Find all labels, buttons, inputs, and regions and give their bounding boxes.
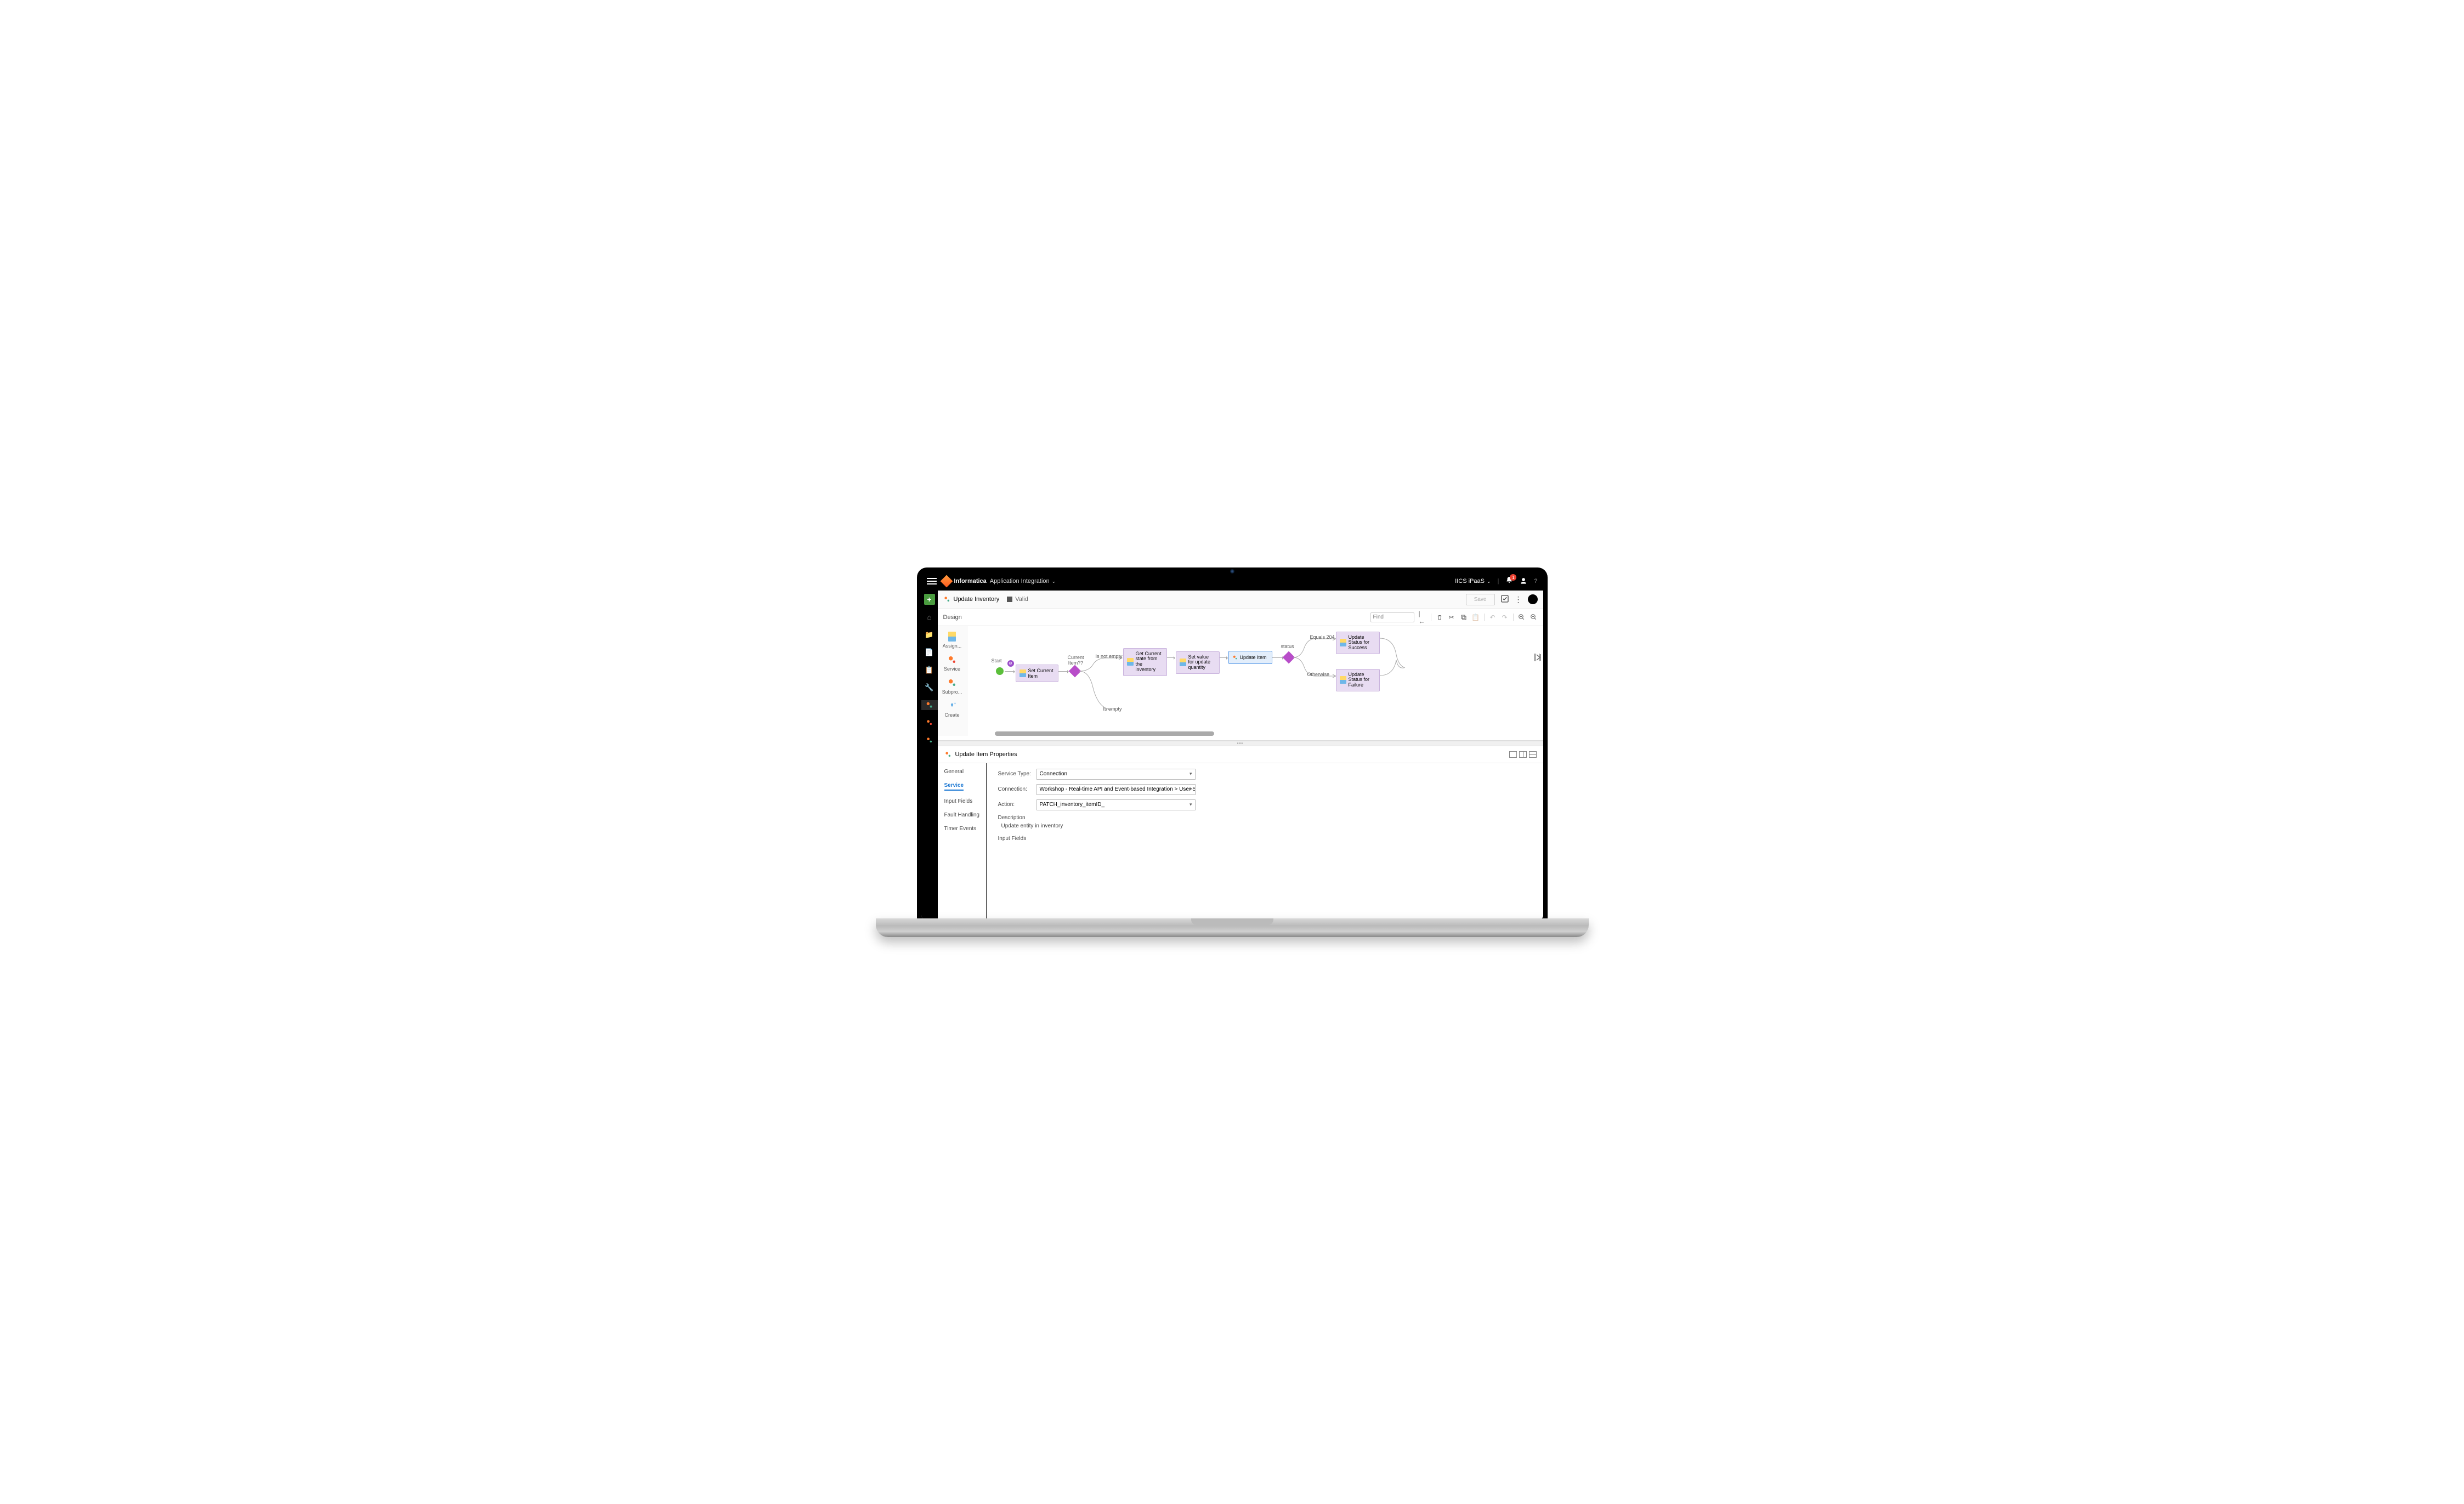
redo-icon[interactable]: ↷ bbox=[1501, 614, 1509, 621]
tab-fault-handling[interactable]: Fault Handling bbox=[944, 812, 986, 818]
copy-icon[interactable] bbox=[1460, 614, 1468, 621]
node-update-success[interactable]: Update Status for Success bbox=[1336, 632, 1380, 655]
nav-process2-icon[interactable] bbox=[925, 718, 934, 728]
svg-text:+: + bbox=[954, 701, 956, 706]
start-node[interactable] bbox=[996, 667, 1004, 675]
notifications-icon[interactable]: 1 bbox=[1505, 576, 1513, 586]
tab-timer-events[interactable]: Timer Events bbox=[944, 826, 986, 832]
action-select[interactable]: PATCH_inventory_itemID_ bbox=[1036, 799, 1196, 810]
app-switcher[interactable]: Application Integration⌄ bbox=[990, 578, 1056, 584]
layout-split-v-icon[interactable] bbox=[1519, 751, 1527, 758]
action-label: Action: bbox=[998, 802, 1036, 808]
decision-status-label: status bbox=[1281, 644, 1294, 649]
node-set-value[interactable]: Set value for update quantity bbox=[1176, 651, 1220, 674]
palette-subprocess[interactable]: Subpro... bbox=[938, 674, 967, 697]
node-update-item[interactable]: Update Item bbox=[1228, 651, 1272, 664]
properties-panel: Update Item Properties General Service I… bbox=[938, 746, 1543, 920]
properties-title: Update Item Properties bbox=[955, 751, 1017, 758]
description-value: Update entity in inventory bbox=[998, 821, 1532, 829]
zoom-out-icon[interactable] bbox=[1530, 614, 1538, 621]
decision-label: Current Item?? bbox=[1065, 655, 1087, 666]
properties-tabs: General Service Input Fields Fault Handl… bbox=[938, 763, 987, 920]
palette-assignment[interactable]: Assign... bbox=[938, 628, 967, 651]
left-nav: + ⌂ 📁 📄 📋 🔧 bbox=[921, 591, 938, 920]
avatar[interactable] bbox=[1528, 594, 1538, 604]
nav-process-icon[interactable] bbox=[921, 700, 938, 710]
service-type-select[interactable]: Connection bbox=[1036, 769, 1196, 780]
help-icon[interactable]: ? bbox=[1534, 578, 1537, 584]
process-icon bbox=[943, 595, 951, 603]
nav-new-button[interactable]: + bbox=[924, 594, 935, 605]
description-label: Description bbox=[998, 815, 1532, 821]
decision-status[interactable] bbox=[1282, 651, 1295, 663]
menu-icon[interactable] bbox=[927, 578, 937, 584]
tab-service[interactable]: Service bbox=[944, 782, 964, 791]
nav-tools-icon[interactable]: 🔧 bbox=[925, 683, 934, 693]
palette-create[interactable]: + Create bbox=[938, 697, 967, 720]
service-type-label: Service Type: bbox=[998, 771, 1036, 777]
nav-home-icon[interactable]: ⌂ bbox=[925, 612, 934, 622]
layout-full-icon[interactable] bbox=[1509, 751, 1517, 758]
event-badge-icon[interactable]: ⊘ bbox=[1007, 660, 1014, 667]
find-input[interactable] bbox=[1370, 612, 1414, 622]
design-panel: Design |← ✂ 📋 bbox=[938, 609, 1543, 741]
step-palette: Assign... Service Subpro... bbox=[938, 626, 967, 736]
properties-form: Service Type: Connection Connection: Wor… bbox=[987, 763, 1543, 920]
validation-status: Valid bbox=[1007, 596, 1028, 603]
node-set-current-item[interactable]: Set Current Item bbox=[1016, 665, 1058, 682]
process-icon bbox=[944, 751, 952, 758]
horizontal-scrollbar[interactable] bbox=[995, 731, 1214, 736]
tenant-switcher[interactable]: IICS iPaaS⌄ bbox=[1455, 578, 1491, 584]
branch-otherwise-label: Otherwise bbox=[1307, 672, 1330, 677]
validate-icon[interactable] bbox=[1500, 594, 1509, 605]
paste-icon[interactable]: 📋 bbox=[1472, 614, 1480, 621]
nav-assets-icon[interactable]: 📄 bbox=[925, 648, 934, 657]
node-get-state[interactable]: Get Current state from the inventory bbox=[1123, 648, 1167, 677]
brand-name: Informatica bbox=[954, 578, 987, 584]
end-node[interactable] bbox=[1534, 654, 1540, 661]
nav-doc-icon[interactable]: 📋 bbox=[925, 665, 934, 675]
branch-empty-label: Is empty bbox=[1103, 706, 1122, 712]
more-menu-icon[interactable]: ⋮ bbox=[1515, 595, 1522, 604]
delete-icon[interactable] bbox=[1436, 614, 1443, 621]
flow-canvas[interactable]: Start ⊘ Set Current Item Current Item?? bbox=[967, 626, 1543, 736]
user-icon[interactable] bbox=[1520, 577, 1527, 585]
cut-icon[interactable]: ✂ bbox=[1448, 614, 1455, 621]
input-fields-section: Input Fields bbox=[998, 836, 1532, 842]
save-button[interactable]: Save bbox=[1466, 594, 1495, 605]
connection-label: Connection: bbox=[998, 786, 1036, 792]
tab-general[interactable]: General bbox=[944, 769, 986, 775]
branch-204-label: Equals 204 bbox=[1310, 634, 1335, 640]
connection-select[interactable]: Workshop - Real-time API and Event-based… bbox=[1036, 784, 1196, 795]
node-update-failure[interactable]: Update Status for Failure bbox=[1336, 669, 1380, 692]
panel-splitter[interactable]: ••• bbox=[938, 741, 1543, 746]
notification-badge: 1 bbox=[1510, 574, 1516, 581]
undo-icon[interactable]: ↶ bbox=[1489, 614, 1497, 621]
nav-explore-icon[interactable]: 📁 bbox=[925, 630, 934, 640]
tab-input-fields[interactable]: Input Fields bbox=[944, 798, 986, 804]
layout-split-h-icon[interactable] bbox=[1529, 751, 1537, 758]
start-label: Start bbox=[992, 658, 1002, 663]
nav-process3-icon[interactable] bbox=[925, 735, 934, 745]
stop-icon bbox=[1007, 597, 1012, 602]
decision-current-item[interactable] bbox=[1068, 665, 1081, 677]
branch-not-empty-label: Is not empty bbox=[1096, 654, 1123, 659]
editor-tab-bar: Update Inventory Valid Save ⋮ bbox=[938, 591, 1543, 609]
design-label: Design bbox=[943, 614, 962, 621]
go-start-icon[interactable]: |← bbox=[1419, 614, 1426, 621]
informatica-logo-icon bbox=[940, 575, 953, 587]
tab-title: Update Inventory bbox=[954, 596, 1000, 603]
global-header: Informatica Application Integration⌄ IIC… bbox=[921, 572, 1543, 591]
zoom-in-icon[interactable] bbox=[1518, 614, 1526, 621]
palette-service[interactable]: Service bbox=[938, 651, 967, 674]
